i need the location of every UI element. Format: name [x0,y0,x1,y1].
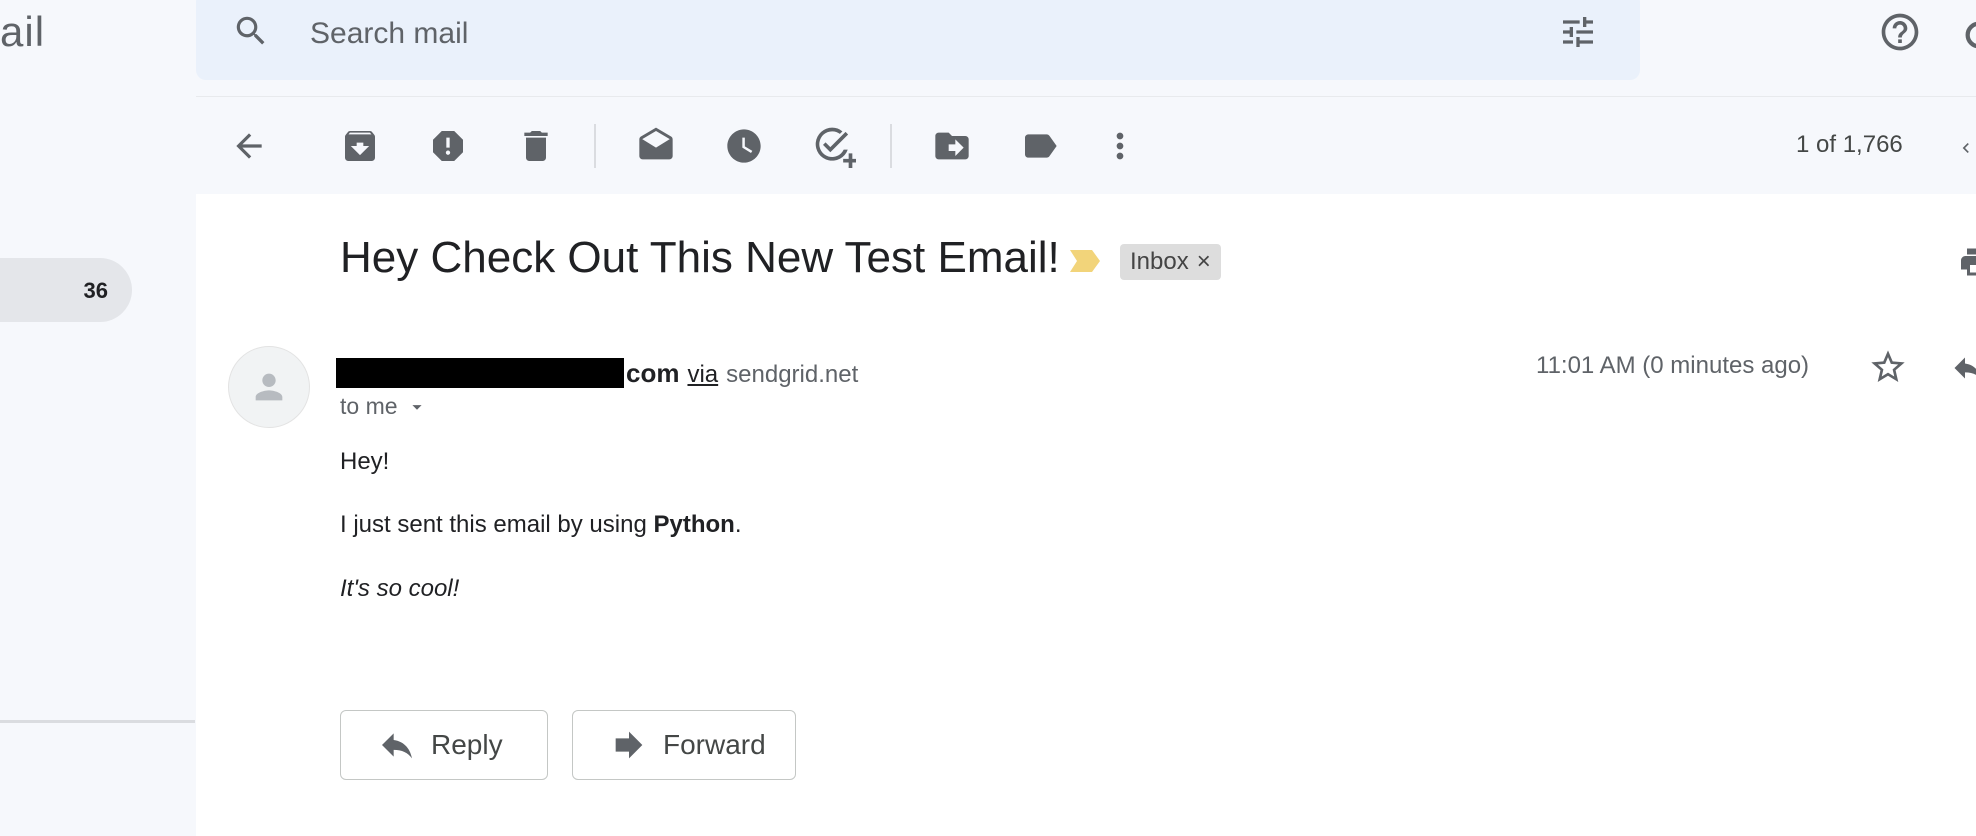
importance-marker-icon[interactable] [1068,248,1102,274]
sender-email-domain: com [626,358,680,388]
archive-icon[interactable] [340,124,380,168]
recipient-label: to me [340,393,398,419]
delete-icon[interactable] [516,124,556,168]
sidebar-item-inbox-selected[interactable]: 36 [0,258,132,322]
body-line-python: I just sent this email by using Python. [340,511,741,539]
help-icon[interactable] [1878,10,1922,54]
label-chip-text: Inbox [1130,248,1189,275]
unread-count-badge: 36 [83,278,108,303]
print-icon[interactable] [1958,244,1976,280]
body-text-suffix: . [734,511,742,538]
toolbar-top-divider [196,96,1976,97]
dropdown-icon[interactable] [406,396,428,418]
star-icon[interactable] [1868,347,1908,387]
reply-arrow-icon [382,733,412,759]
remove-label-icon[interactable]: × [1197,244,1211,280]
mark-unread-icon[interactable] [636,124,676,168]
search-input[interactable]: Search mail [310,17,468,51]
toolbar-divider [890,124,892,168]
chevron-left-icon[interactable] [1956,134,1976,162]
body-line-italic: It's so cool! [340,575,460,602]
more-icon[interactable] [1100,124,1140,168]
forward-button[interactable]: Forward [572,710,796,780]
search-bar[interactable]: Search mail [196,0,1640,80]
forward-arrow-icon [615,731,643,759]
search-icon[interactable] [232,12,270,50]
move-to-icon[interactable] [932,124,972,168]
search-options-icon[interactable] [1558,12,1598,52]
left-navigation: ail 36 [0,0,195,836]
body-text-bold: Python [653,511,735,538]
pagination-counter: 1 of 1,766 [1796,131,1903,158]
email-subject: Hey Check Out This New Test Email! [340,233,1060,282]
gmail-logo[interactable]: ail [0,8,45,56]
toolbar-divider [594,124,596,168]
sidebar-divider [0,720,195,723]
body-text-prefix: I just sent this email by using [340,511,654,538]
back-icon[interactable] [230,124,268,168]
body-line-greeting: Hey! [340,448,390,475]
snooze-icon[interactable] [724,124,764,168]
labels-icon[interactable] [1020,124,1060,168]
via-link[interactable]: via [687,361,718,389]
sender-line: com via sendgrid.net [336,352,859,389]
add-task-icon[interactable] [812,124,856,168]
message-timestamp: 11:01 AM (0 minutes ago) [1536,352,1810,379]
forward-button-label: Forward [663,729,766,760]
reply-button-label: Reply [431,729,503,760]
redacted-sender-name [336,358,624,388]
report-spam-icon[interactable] [428,124,468,168]
label-chip-inbox: Inbox × [1120,244,1221,280]
reply-icon[interactable] [1950,350,1976,384]
recipient-details[interactable]: to me [340,393,428,420]
sender-avatar[interactable] [228,346,310,428]
reply-button[interactable]: Reply [340,710,548,780]
via-domain: sendgrid.net [726,361,859,388]
settings-icon[interactable] [1962,18,1976,52]
